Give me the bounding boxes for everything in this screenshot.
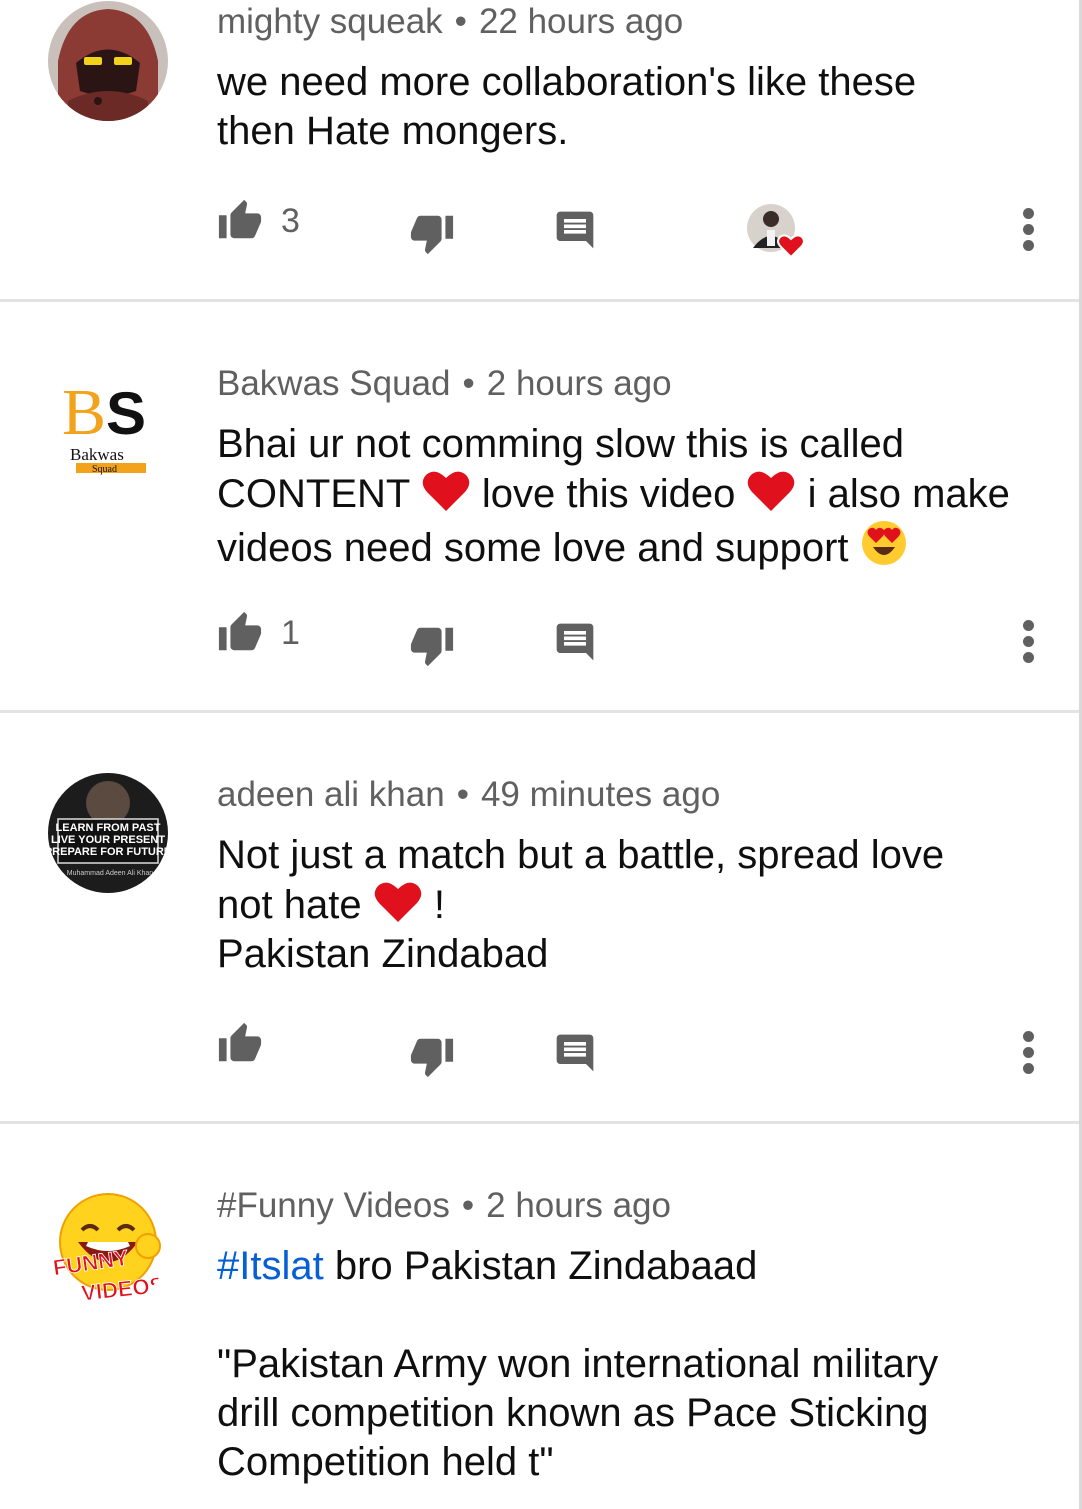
comment-text: #Itslat bro Pakistan Zindabaad "Pakistan… (217, 1242, 1047, 1487)
meta-dot: • (462, 364, 475, 403)
dot (1023, 208, 1034, 219)
comment-text: Not just a match but a battle, spread lo… (217, 831, 1047, 979)
comment-text-line: Bhai ur not comming slow this is called (217, 422, 904, 466)
avatar[interactable]: LEARN FROM PAST LIVE YOUR PRESENT PREPAR… (48, 773, 168, 893)
comment-text-line: not hate ! (217, 880, 1047, 930)
comment-time: 22 hours ago (478, 2, 684, 41)
like-count: 3 (281, 202, 300, 240)
comment-time: 2 hours ago (486, 1186, 671, 1225)
reply-icon (556, 211, 594, 249)
reply-button[interactable] (553, 1031, 597, 1080)
comment-item: mighty squeak • 22 hours ago we need more … (0, 0, 1079, 300)
meta-dot: • (461, 1186, 475, 1225)
comment-item: B S Bakwas Squad Bakwas Squad • 2 hours ag… (0, 302, 1079, 712)
more-vert-icon[interactable] (1023, 208, 1035, 256)
reply-button[interactable] (553, 208, 597, 257)
comment-text-line: videos need some love and support (217, 519, 1047, 573)
text-fragment: ! (433, 883, 445, 927)
dislike-button[interactable] (409, 210, 455, 261)
like-button[interactable] (217, 1021, 263, 1072)
comment-text-line: Not just a match but a battle, spread lo… (217, 833, 945, 877)
dot (1023, 1031, 1034, 1042)
reply-icon (556, 623, 594, 661)
like-count: 1 (281, 614, 300, 652)
text-fragment: i also make (807, 472, 1010, 516)
avatar[interactable] (48, 1, 168, 121)
comment-text-line: drill competition known as Pace Sticking (217, 1391, 929, 1435)
dislike-button[interactable] (409, 622, 455, 673)
comment-actions (217, 1021, 1047, 1081)
svg-text:Bakwas: Bakwas (70, 445, 124, 464)
comment-text-line: Pakistan Zindabad (217, 932, 549, 976)
svg-text:PREPARE FOR FUTURE: PREPARE FOR FUTURE (48, 846, 168, 858)
thumbs-up-icon (218, 1022, 262, 1062)
text-fragment: bro Pakistan Zindabaad (323, 1244, 758, 1288)
svg-text:LIVE YOUR PRESENT: LIVE YOUR PRESENT (51, 834, 165, 846)
red-heart-emoji (374, 882, 421, 922)
dot (1023, 652, 1034, 663)
comment-time: 49 minutes ago (480, 775, 721, 814)
text-fragment: love this video (481, 472, 736, 516)
comment-actions: 1 (217, 610, 1047, 670)
comment-meta: Bakwas Squad • 2 hours ago (217, 362, 672, 406)
text-fragment: CONTENT (217, 472, 410, 516)
dot (1023, 1047, 1034, 1058)
thumbs-up-icon (218, 611, 262, 651)
thumbs-down-icon (410, 215, 454, 255)
dot (1023, 240, 1034, 251)
comment-meta: #Funny Videos • 2 hours ago (217, 1184, 671, 1228)
more-vert-icon[interactable] (1023, 620, 1035, 668)
dot (1023, 620, 1034, 631)
svg-text:Squad: Squad (92, 464, 117, 475)
more-vert-icon[interactable] (1023, 1031, 1035, 1079)
svg-text:Muhammad Adeen Ali Khan: Muhammad Adeen Ali Khan (67, 870, 153, 877)
svg-text:S: S (106, 380, 146, 447)
reply-button[interactable] (553, 620, 597, 669)
hashtag-link[interactable]: #Itslat (217, 1244, 324, 1288)
author-name[interactable]: #Funny Videos (217, 1186, 450, 1225)
comment-text-line: CONTENT love this video i also make (217, 469, 1047, 519)
thumbs-down-icon (410, 627, 454, 667)
comment-text-line: "Pakistan Army won international militar… (217, 1342, 939, 1386)
comment-time: 2 hours ago (486, 364, 672, 403)
comment-meta: mighty squeak • 22 hours ago (217, 0, 683, 44)
comment-actions: 3 (217, 198, 1047, 261)
comment-text: we need more collaboration's like these … (217, 58, 1047, 156)
avatar[interactable]: FUNNY VIDEOS (48, 1186, 168, 1306)
text-fragment: videos need some love and support (217, 526, 849, 570)
red-heart-emoji (422, 471, 470, 511)
author-name[interactable]: adeen ali khan (217, 775, 445, 814)
thumbs-up-icon (218, 199, 262, 239)
dot (1023, 224, 1034, 235)
comment-text-line: then Hate mongers. (217, 109, 569, 153)
meta-dot: • (456, 775, 469, 814)
dislike-button[interactable] (409, 1033, 455, 1084)
red-heart-emoji (748, 471, 795, 511)
comment-text-line: we need more collaboration's like these (217, 60, 917, 104)
thumbs-down-icon (410, 1038, 454, 1078)
heart-eyes-emoji (861, 521, 906, 565)
text-fragment: not hate (217, 883, 362, 927)
avatar-letter: B (62, 376, 106, 449)
comment-item: FUNNY VIDEOS #Funny Videos • 2 hours ago #… (0, 1124, 1079, 1509)
comment-item: LEARN FROM PAST LIVE YOUR PRESENT PREPAR… (0, 713, 1079, 1123)
dot (1023, 636, 1034, 647)
like-button[interactable] (217, 610, 263, 661)
svg-text:LEARN FROM PAST: LEARN FROM PAST (56, 822, 161, 834)
dot (1023, 1063, 1034, 1074)
author-name[interactable]: mighty squeak (217, 2, 443, 41)
comment-meta: adeen ali khan • 49 minutes ago (217, 773, 720, 817)
meta-dot: • (454, 2, 467, 41)
reply-icon (556, 1034, 594, 1072)
comment-text-line: #Itslat bro Pakistan Zindabaad (217, 1242, 1047, 1291)
avatar[interactable]: B S Bakwas Squad (48, 364, 168, 484)
comment-text: Bhai ur not comming slow this is called … (217, 420, 1047, 573)
creator-heart-badge (745, 202, 809, 267)
comment-text-line: Competition held t" (217, 1440, 554, 1484)
author-name[interactable]: Bakwas Squad (217, 364, 450, 403)
like-button[interactable] (217, 198, 263, 249)
